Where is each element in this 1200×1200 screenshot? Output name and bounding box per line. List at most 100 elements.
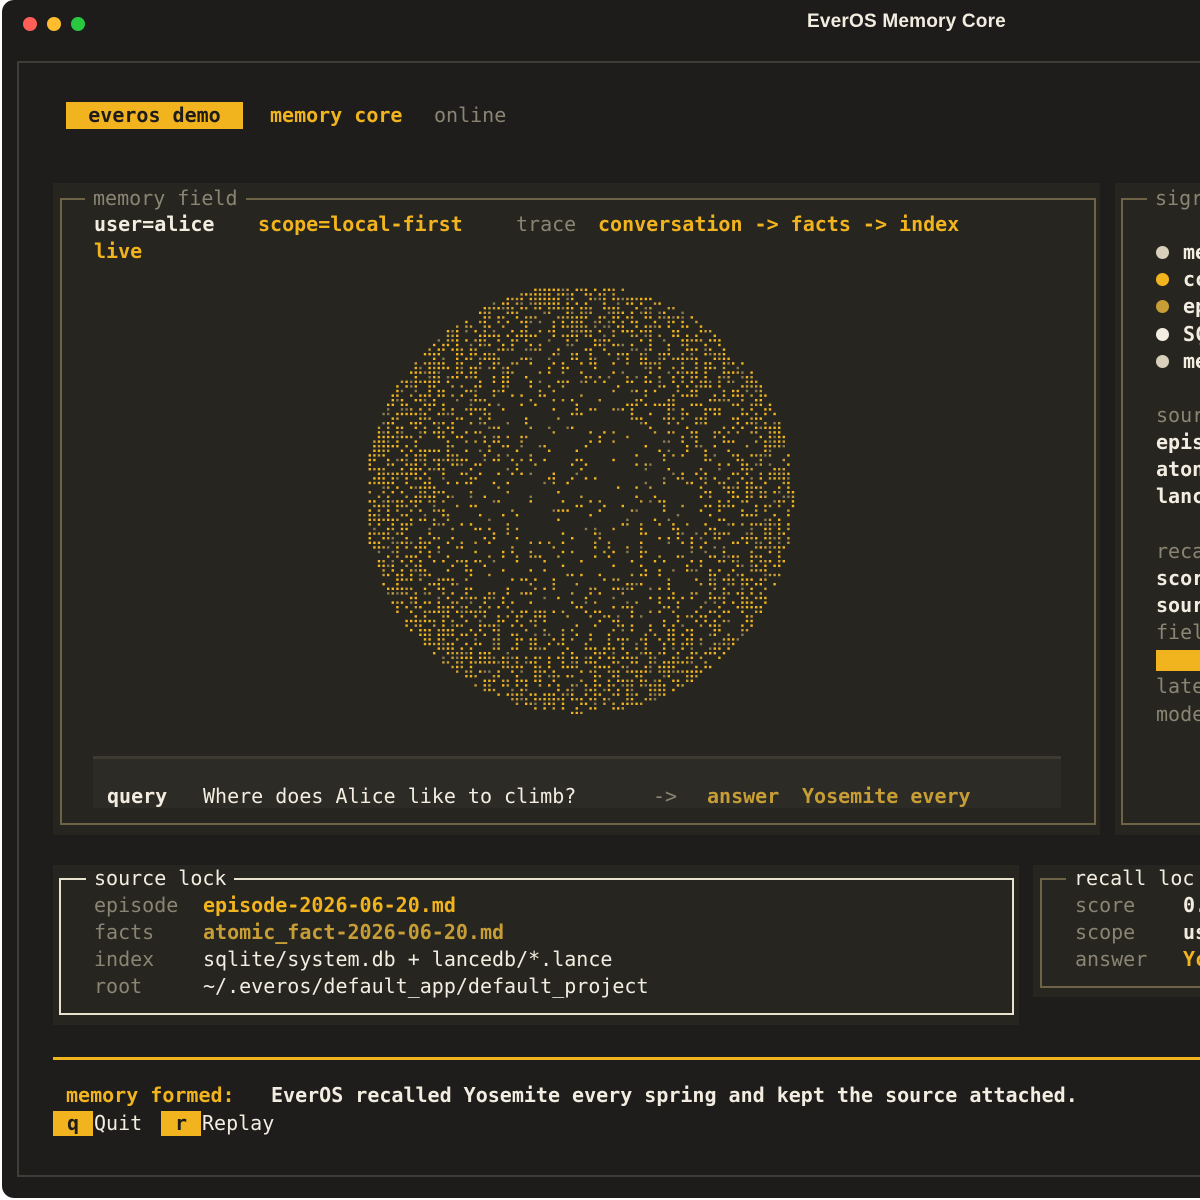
- quit-label[interactable]: Quit: [94, 1110, 142, 1137]
- field-dot: [764, 578, 767, 581]
- close-window-button[interactable]: [23, 17, 37, 31]
- field-dot: [400, 408, 404, 411]
- field-dot: [534, 297, 537, 301]
- field-dot: [764, 527, 767, 531]
- field-dot: [589, 707, 592, 710]
- field-dot: [718, 504, 721, 508]
- field-dot: [764, 532, 767, 535]
- field-dot: [640, 675, 643, 678]
- field-dot: [451, 422, 454, 425]
- field-dot: [451, 454, 454, 457]
- field-dot: [405, 541, 408, 544]
- field-dot: [589, 311, 592, 314]
- field-dot: [630, 698, 634, 701]
- field-dot: [446, 458, 450, 462]
- replay-key[interactable]: r: [161, 1111, 201, 1136]
- field-dot: [750, 491, 753, 494]
- field-dot: [644, 445, 647, 448]
- field-dot: [699, 380, 703, 383]
- field-dot: [741, 376, 744, 379]
- field-dot: [603, 431, 606, 434]
- field-dot: [442, 357, 445, 360]
- field-dot: [442, 661, 445, 664]
- field-dot: [676, 670, 680, 673]
- field-dot: [695, 592, 698, 595]
- field-dot: [428, 532, 431, 535]
- field-dot: [713, 394, 716, 397]
- field-dot: [451, 606, 454, 609]
- field-dot: [626, 550, 629, 554]
- field-dot: [635, 348, 638, 351]
- field-dot: [759, 495, 762, 498]
- field-dot: [488, 366, 491, 370]
- field-dot: [649, 463, 652, 466]
- field-dot: [658, 537, 661, 540]
- field-dot: [428, 619, 431, 623]
- field-dot: [732, 504, 735, 508]
- field-dot: [492, 376, 496, 379]
- field-dot: [479, 408, 482, 411]
- field-dot: [492, 661, 496, 664]
- field-dot: [722, 362, 726, 365]
- field-dot: [704, 532, 707, 535]
- field-dot: [548, 307, 551, 310]
- field-dot: [612, 619, 615, 623]
- field-dot: [515, 449, 519, 452]
- field-dot: [534, 633, 537, 636]
- field-dot: [561, 656, 565, 659]
- quit-key[interactable]: q: [53, 1111, 93, 1136]
- field-dot: [580, 330, 583, 333]
- field-dot: [584, 693, 588, 696]
- field-dot: [718, 518, 721, 521]
- field-dot: [699, 339, 703, 342]
- field-dot: [511, 688, 514, 692]
- field-dot: [543, 445, 546, 448]
- field-dot: [718, 399, 721, 402]
- field-dot: [764, 445, 767, 448]
- field-dot: [428, 550, 431, 554]
- field-dot: [727, 371, 730, 374]
- field-dot: [437, 353, 440, 356]
- field-dot: [635, 417, 638, 420]
- field-dot: [640, 546, 643, 549]
- minimize-window-button[interactable]: [47, 17, 61, 31]
- field-dot: [497, 670, 500, 673]
- field-dot: [561, 541, 565, 544]
- field-dot: [575, 661, 578, 664]
- field-dot: [548, 541, 551, 544]
- field-dot: [396, 440, 399, 443]
- field-dot: [640, 527, 643, 531]
- field-dot: [663, 357, 666, 360]
- field-dot: [423, 546, 427, 549]
- field-dot: [469, 422, 473, 425]
- field-dot: [626, 638, 629, 641]
- field-dot: [548, 633, 551, 636]
- field-dot: [722, 596, 726, 600]
- field-dot: [446, 578, 450, 581]
- field-dot: [681, 642, 684, 646]
- field-dot: [598, 532, 601, 535]
- field-dot: [488, 518, 491, 521]
- field-dot: [377, 504, 381, 508]
- field-dot: [607, 638, 611, 641]
- field-dot: [686, 661, 689, 664]
- field-dot: [377, 495, 381, 498]
- zoom-window-button[interactable]: [71, 17, 85, 31]
- field-dot: [630, 417, 634, 420]
- field-dot: [764, 440, 767, 443]
- replay-label[interactable]: Replay: [202, 1110, 274, 1137]
- field-dot: [649, 656, 652, 659]
- field-dot: [640, 541, 643, 544]
- field-dot: [663, 385, 666, 388]
- field-dot: [695, 357, 698, 360]
- field-dot: [649, 587, 652, 590]
- field-dot: [419, 431, 422, 434]
- field-dot: [428, 366, 431, 370]
- field-dot: [465, 472, 468, 475]
- field-dot: [594, 679, 597, 682]
- field-dot: [676, 316, 680, 319]
- field-dot: [759, 596, 762, 600]
- signal-recall-score: scor: [1156, 566, 1200, 590]
- field-dot: [419, 633, 422, 636]
- field-dot: [764, 564, 767, 567]
